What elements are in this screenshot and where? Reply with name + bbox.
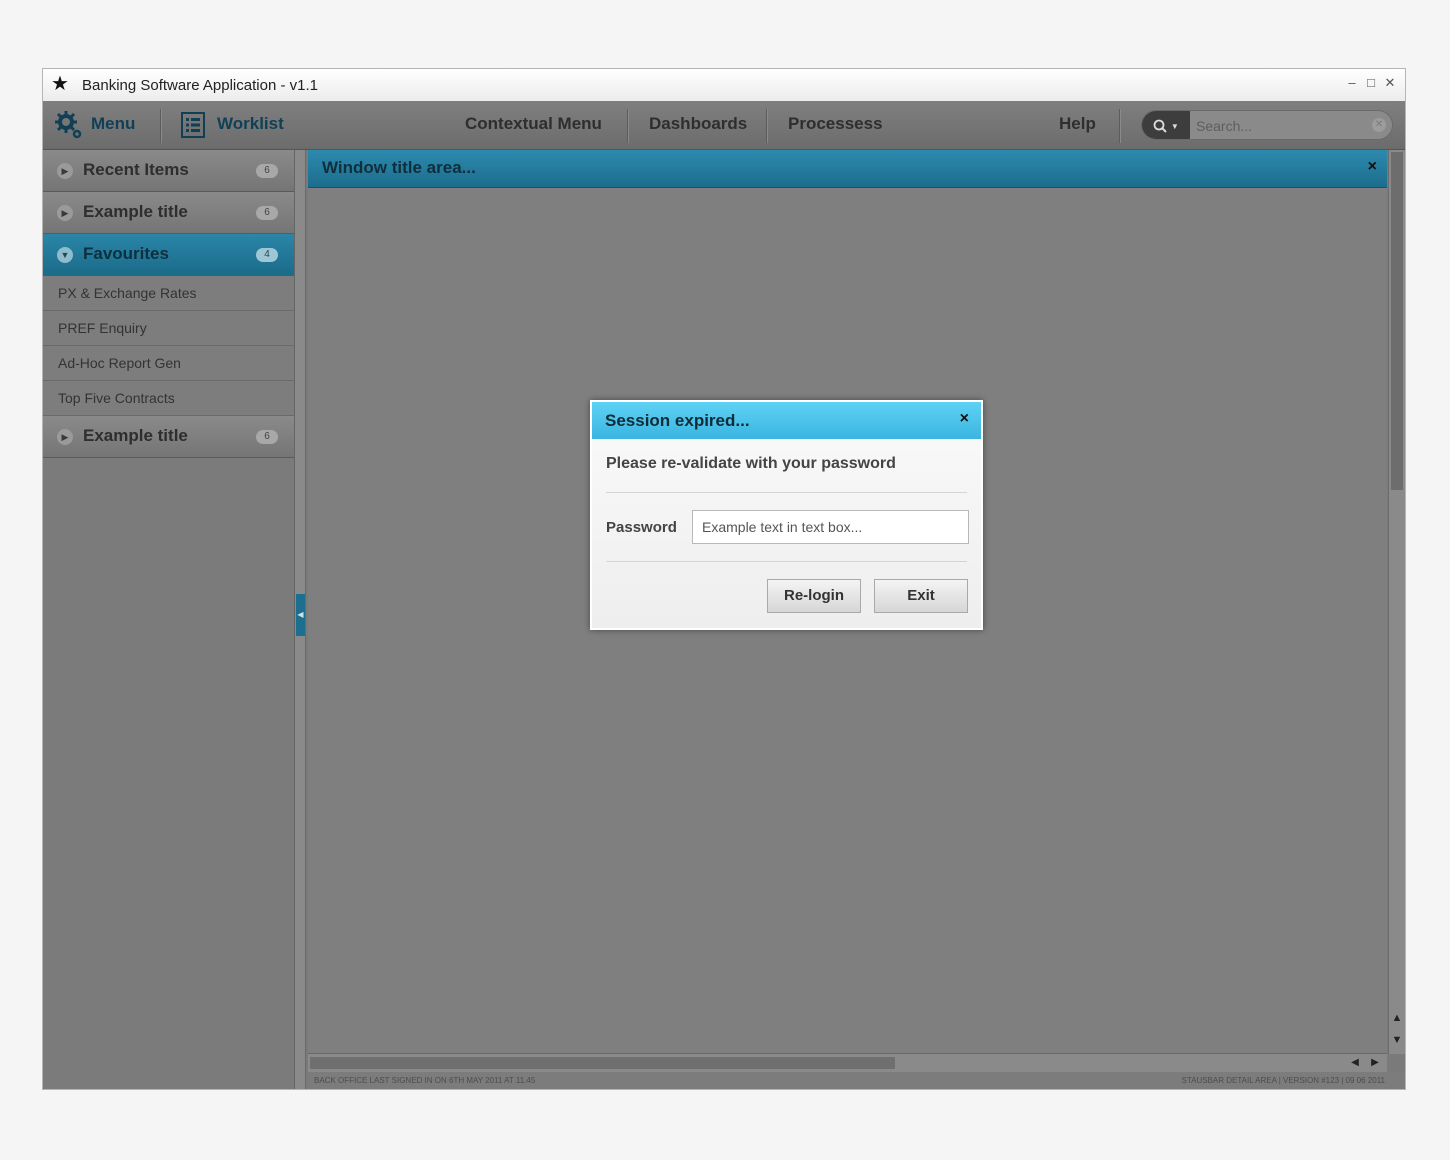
app-window: ★ Banking Software Application - v1.1 – … [42, 68, 1406, 1090]
processes-menu-item[interactable]: Processess [788, 101, 898, 149]
password-label: Password [606, 519, 677, 536]
menu-separator [766, 109, 767, 143]
horizontal-scrollbar[interactable]: ◀ ▶ [308, 1053, 1387, 1072]
help-menu-item[interactable]: Help [1059, 101, 1109, 149]
scroll-thumb[interactable] [310, 1057, 895, 1069]
chevron-right-icon: ▶ [57, 429, 73, 445]
contextual-menu-item[interactable]: Contextual Menu [465, 101, 615, 149]
scroll-up-icon[interactable]: ▲ [1389, 1008, 1405, 1028]
section-label: Example title [83, 202, 188, 221]
app-star-icon: ★ [51, 73, 69, 95]
favourite-item[interactable]: PREF Enquiry [43, 311, 294, 346]
menu-bar: Menu Worklist Contextual Menu Dashboards… [43, 101, 1405, 150]
relogin-button[interactable]: Re-login [767, 579, 861, 613]
sidebar: ▶ Recent Items 6 ▶ Example title 6 ▼ Fav… [43, 150, 295, 1089]
section-label: Favourites [83, 244, 169, 263]
sidebar-section-example-title[interactable]: ▶ Example title 6 [43, 416, 294, 458]
maximize-icon[interactable]: □ [1364, 75, 1378, 90]
collapse-sidebar-icon[interactable]: ◀ [296, 594, 305, 636]
vertical-scrollbar[interactable]: ▲ ▼ [1388, 150, 1405, 1054]
search-icon [1153, 119, 1167, 133]
status-bar: BACK OFFICE LAST SIGNED IN ON 6TH MAY 20… [308, 1072, 1405, 1089]
sidebar-section-example-title[interactable]: ▶ Example title 6 [43, 192, 294, 234]
chevron-down-icon: ▼ [1170, 122, 1179, 131]
close-icon[interactable]: × [1368, 158, 1377, 176]
favourite-item[interactable]: PX & Exchange Rates [43, 276, 294, 311]
search-dropdown-button[interactable]: ▼ [1142, 111, 1190, 139]
minimize-icon[interactable]: – [1345, 75, 1359, 90]
favourite-item[interactable]: Top Five Contracts [43, 381, 294, 416]
dialog-message: Please re-validate with your password [606, 455, 896, 472]
scroll-thumb[interactable] [1391, 152, 1403, 490]
password-field[interactable] [692, 510, 969, 544]
dialog-header: Session expired... × [592, 402, 981, 439]
dashboards-menu-item[interactable]: Dashboards [649, 101, 759, 149]
count-badge: 4 [256, 248, 278, 262]
status-left-text: BACK OFFICE LAST SIGNED IN ON 6TH MAY 20… [314, 1076, 536, 1085]
scroll-down-icon[interactable]: ▼ [1389, 1030, 1405, 1050]
close-icon[interactable]: × [960, 410, 969, 428]
section-label: Recent Items [83, 160, 189, 179]
gear-icon [55, 111, 82, 139]
clear-search-icon[interactable]: ✕ [1372, 118, 1386, 132]
section-label: Example title [83, 426, 188, 445]
window-title-bar: Window title area... × [308, 150, 1387, 188]
scroll-right-icon[interactable]: ▶ [1365, 1054, 1385, 1072]
worklist-icon [181, 112, 205, 138]
status-right-text: STAUSBAR DETAIL AREA | VERSION #123 | 09… [1181, 1076, 1385, 1085]
window-title-text: Window title area... [322, 158, 476, 177]
search-input[interactable] [1194, 115, 1368, 137]
favourite-item[interactable]: Ad-Hoc Report Gen [43, 346, 294, 381]
worklist-label: Worklist [217, 114, 284, 133]
menu-separator [160, 109, 161, 143]
divider [606, 492, 967, 493]
sidebar-section-recent-items[interactable]: ▶ Recent Items 6 [43, 150, 294, 192]
menu-separator [627, 109, 628, 143]
count-badge: 6 [256, 430, 278, 444]
dialog-title: Session expired... [605, 411, 750, 430]
exit-button[interactable]: Exit [874, 579, 968, 613]
chevron-down-icon: ▼ [57, 247, 73, 263]
chevron-right-icon: ▶ [57, 205, 73, 221]
divider [606, 561, 967, 562]
sidebar-section-favourites[interactable]: ▼ Favourites 4 [43, 234, 294, 276]
search-box: ▼ ✕ [1141, 110, 1393, 140]
close-window-icon[interactable]: ✕ [1383, 75, 1397, 91]
chevron-right-icon: ▶ [57, 163, 73, 179]
sidebar-splitter[interactable]: ◀ [295, 150, 306, 1089]
scroll-left-icon[interactable]: ◀ [1345, 1054, 1365, 1072]
title-bar: ★ Banking Software Application - v1.1 – … [43, 69, 1405, 102]
session-expired-dialog: Session expired... × Please re-validate … [590, 400, 983, 630]
count-badge: 6 [256, 164, 278, 178]
window-title: Banking Software Application - v1.1 [82, 77, 318, 94]
menu-separator [1119, 109, 1120, 143]
count-badge: 6 [256, 206, 278, 220]
menu-label: Menu [91, 114, 136, 133]
